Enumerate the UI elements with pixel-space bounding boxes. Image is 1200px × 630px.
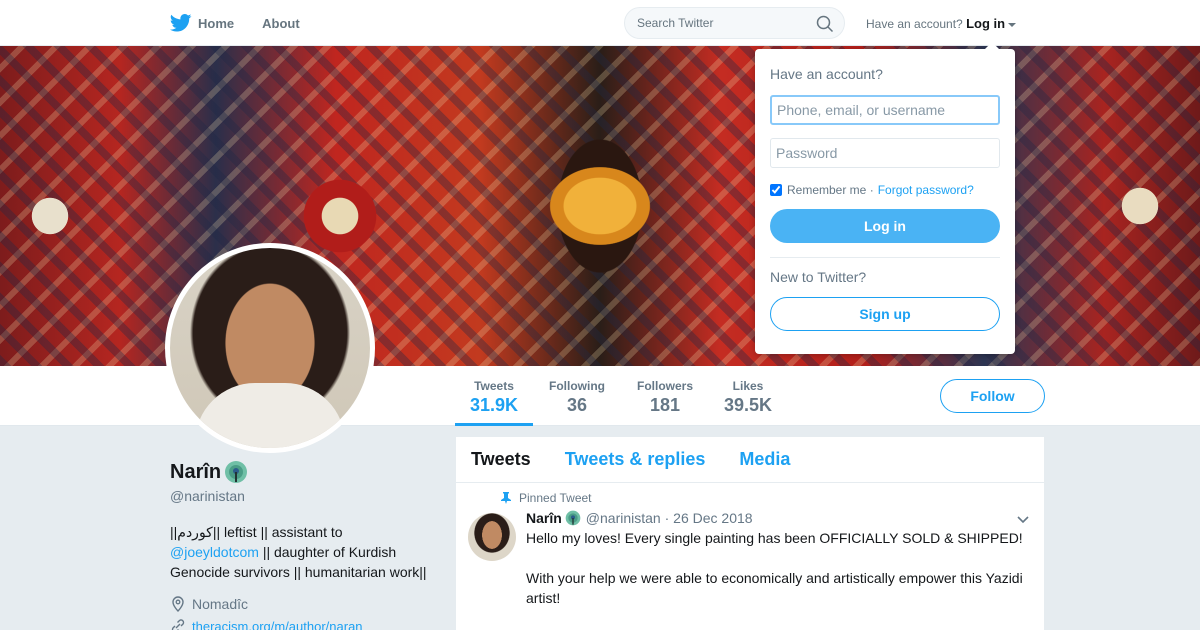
profile-card: Narîn @narinistan ||كوردم|| leftist || a…	[170, 460, 440, 630]
profile-avatar[interactable]	[165, 243, 375, 453]
login-menu-toggle[interactable]: Have an account? Log in	[866, 16, 1017, 31]
tab-tweets-replies[interactable]: Tweets & replies	[565, 449, 706, 470]
tweet-header: Narîn @narinistan · 26 Dec 2018	[526, 510, 1029, 526]
nav-home[interactable]: Home	[170, 14, 234, 32]
stat-value: 39.5K	[723, 395, 773, 415]
search-placeholder: Search Twitter	[637, 16, 714, 30]
pinned-label: Pinned Tweet	[519, 491, 592, 505]
stat-label: Following	[549, 379, 605, 393]
have-account-text: Have an account?	[866, 17, 963, 31]
stat-likes[interactable]: Likes 39.5K	[718, 366, 778, 426]
username-field[interactable]	[770, 95, 1000, 125]
remember-label: Remember me	[787, 183, 867, 197]
search-input[interactable]: Search Twitter	[624, 7, 845, 39]
nav-about-label: About	[262, 15, 300, 31]
password-field[interactable]	[770, 138, 1000, 168]
remember-row: Remember me · Forgot password?	[770, 183, 1000, 197]
stat-value: 36	[566, 395, 588, 415]
remember-checkbox[interactable]	[770, 184, 782, 196]
stat-following[interactable]: Following 36	[541, 366, 613, 426]
pin-icon	[501, 492, 511, 504]
stat-label: Tweets	[474, 379, 514, 393]
timeline-tabs: Tweets Tweets & replies Media	[456, 437, 1044, 483]
profile-name[interactable]: Narîn	[170, 461, 221, 484]
login-link[interactable]: Log in	[966, 16, 1005, 31]
chevron-down-icon[interactable]	[1016, 515, 1030, 525]
profile-name-row: Narîn	[170, 460, 440, 484]
website-link[interactable]: theracism.org/m/author/naran	[192, 619, 363, 630]
link-icon	[171, 619, 185, 630]
tweet-text: Hello my loves! Every single painting ha…	[526, 528, 1029, 608]
login-title: Have an account?	[770, 66, 883, 82]
search-icon[interactable]	[816, 15, 834, 33]
peacock-emoji-icon	[225, 461, 248, 483]
tweet-author-name[interactable]: Narîn	[526, 510, 562, 526]
divider	[770, 257, 1000, 258]
stat-value: 181	[649, 395, 681, 415]
top-nav: Home About Search Twitter Have an accoun…	[0, 0, 1200, 46]
stat-value: 31.9K	[469, 395, 519, 415]
stat-tweets[interactable]: Tweets 31.9K	[455, 366, 533, 426]
peacock-emoji-icon	[565, 510, 581, 526]
bio-mention-link[interactable]: @joeyldotcom	[170, 544, 259, 560]
stat-label: Followers	[636, 379, 693, 393]
tweet-avatar[interactable]	[468, 513, 516, 561]
bio-text-1: ||كوردم|| leftist || assistant to	[170, 524, 343, 540]
timeline: Tweets Tweets & replies Media Pinned Twe…	[456, 437, 1044, 630]
new-to-twitter-text: New to Twitter?	[770, 269, 867, 285]
profile-handle[interactable]: @narinistan	[170, 488, 440, 504]
tab-tweets[interactable]: Tweets	[471, 449, 531, 470]
profile-website[interactable]: theracism.org/m/author/naran	[170, 618, 440, 630]
tweet-line-2: With your help we were able to economica…	[526, 570, 1023, 606]
login-dropdown: Have an account? Remember me · Forgot pa…	[755, 42, 1015, 354]
nav-about[interactable]: About	[262, 16, 300, 31]
login-button[interactable]: Log in	[770, 209, 1000, 243]
location-pin-icon	[172, 596, 184, 612]
tweet-author-handle[interactable]: @narinistan	[586, 510, 661, 526]
pinned-label-row: Pinned Tweet	[501, 491, 592, 505]
tweet-line-1: Hello my loves! Every single painting ha…	[526, 530, 1023, 546]
twitter-bird-icon	[170, 14, 192, 32]
pinned-tweet[interactable]: Pinned Tweet Narîn @narinistan · 26 Dec …	[456, 483, 1044, 608]
location-text: Nomadîc	[192, 596, 249, 612]
remember-separator: ·	[869, 183, 874, 197]
profile-location: Nomadîc	[170, 596, 440, 612]
profile-bio: ||كوردم|| leftist || assistant to @joeyl…	[170, 522, 440, 582]
follow-button[interactable]: Follow	[940, 379, 1045, 413]
nav-home-label: Home	[198, 15, 235, 31]
nav-left: Home About	[170, 0, 328, 46]
forgot-password-link[interactable]: Forgot password?	[878, 183, 974, 197]
tweet-date[interactable]: · 26 Dec 2018	[665, 510, 753, 526]
signup-button[interactable]: Sign up	[770, 297, 1000, 331]
avatar-shirt	[195, 383, 345, 448]
stat-followers[interactable]: Followers 181	[629, 366, 701, 426]
tab-media[interactable]: Media	[739, 449, 790, 470]
caret-down-icon	[1008, 22, 1017, 27]
stat-label: Likes	[732, 379, 764, 393]
